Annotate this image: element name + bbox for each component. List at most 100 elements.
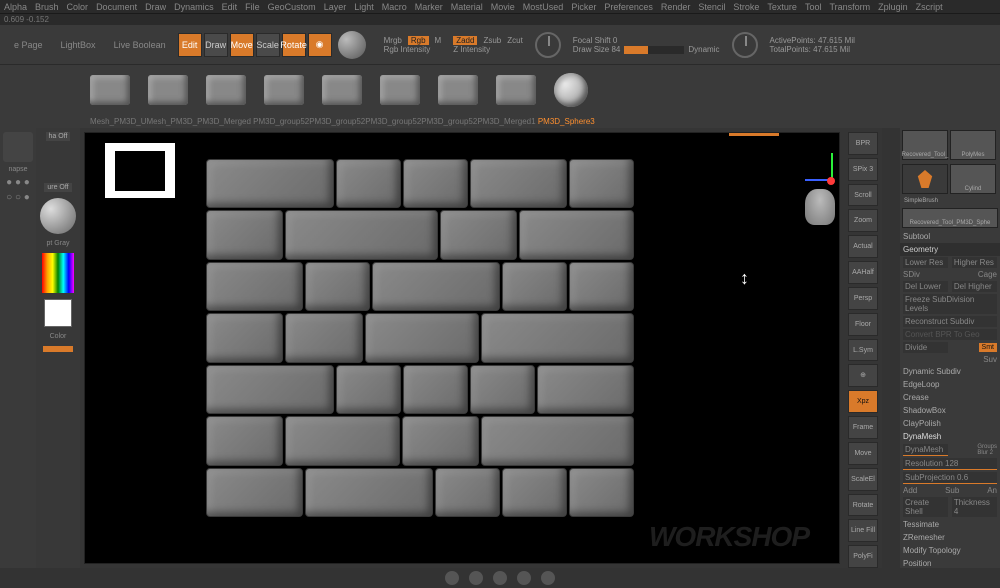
actual-button[interactable]: Actual	[848, 235, 878, 258]
alpha-off-button[interactable]: ha Off	[46, 132, 71, 141]
dynamesh-header[interactable]: DynaMesh	[900, 430, 1000, 443]
axis-button[interactable]: ⊕	[848, 364, 878, 387]
rock-thumb-8[interactable]	[496, 75, 536, 105]
menu-color[interactable]: Color	[67, 2, 89, 12]
menu-stencil[interactable]: Stencil	[698, 2, 725, 12]
rock-thumb-2[interactable]	[148, 75, 188, 105]
modify-topology-section[interactable]: Modify Topology	[900, 544, 1000, 557]
menu-geocustom[interactable]: GeoCustom	[268, 2, 316, 12]
bottom-slot-3[interactable]	[493, 571, 507, 585]
zsub-toggle[interactable]: Zsub	[483, 36, 501, 45]
convert-bpr-button[interactable]: Convert BPR To Geo	[903, 329, 997, 340]
subtool-section[interactable]: Subtool	[900, 230, 1000, 243]
xyz-button[interactable]: Xpz	[848, 390, 878, 413]
dynamic-subdiv-section[interactable]: Dynamic Subdiv	[900, 365, 1000, 378]
menu-tool[interactable]: Tool	[805, 2, 822, 12]
scale-nav-button[interactable]: ScaleEl	[848, 468, 878, 491]
scrollbar[interactable]	[882, 128, 900, 568]
rgb-toggle[interactable]: Rgb	[408, 36, 429, 45]
frame-button[interactable]: Frame	[848, 416, 878, 439]
menu-layer[interactable]: Layer	[324, 2, 347, 12]
rock-thumb-3[interactable]	[206, 75, 246, 105]
rotate-button[interactable]: Rotate	[282, 33, 306, 57]
gizmo-button[interactable]: ◉	[308, 33, 332, 57]
tab-page[interactable]: e Page	[8, 38, 49, 52]
zremesher-section[interactable]: ZRemesher	[900, 531, 1000, 544]
menu-marker[interactable]: Marker	[415, 2, 443, 12]
menu-stroke[interactable]: Stroke	[733, 2, 759, 12]
focal-shift-slider[interactable]: Focal Shift 0	[573, 36, 720, 45]
switch-color-icon[interactable]	[43, 346, 73, 352]
timeline-marker[interactable]	[729, 133, 779, 136]
lower-res-button[interactable]: Lower Res	[903, 257, 948, 268]
claypolish-section[interactable]: ClayPolish	[900, 417, 1000, 430]
bpr-button[interactable]: BPR	[848, 132, 878, 155]
sphere-thumb[interactable]	[554, 73, 588, 107]
viewport-canvas[interactable]: ↕ WORKSHOP	[84, 132, 840, 564]
menu-preferences[interactable]: Preferences	[604, 2, 653, 12]
menu-zplugin[interactable]: Zplugin	[878, 2, 908, 12]
menu-material[interactable]: Material	[451, 2, 483, 12]
bottom-slot-2[interactable]	[469, 571, 483, 585]
and-button[interactable]: An	[987, 486, 997, 495]
create-shell-button[interactable]: Create Shell	[903, 497, 948, 517]
linefill-button[interactable]: Line Fill	[848, 519, 878, 542]
resolution-slider[interactable]: Resolution 128	[903, 458, 997, 470]
menu-alpha[interactable]: Alpha	[4, 2, 27, 12]
geometry-header[interactable]: Geometry	[900, 243, 1000, 256]
thickness-slider[interactable]: Thickness 4	[952, 497, 997, 517]
brush-slot-icon[interactable]	[3, 132, 33, 162]
menu-texture[interactable]: Texture	[767, 2, 797, 12]
lsym-button[interactable]: L.Sym	[848, 339, 878, 362]
menu-render[interactable]: Render	[661, 2, 691, 12]
bottom-slot-1[interactable]	[445, 571, 459, 585]
brush-preview-icon[interactable]	[338, 31, 366, 59]
tessimate-section[interactable]: Tessimate	[900, 518, 1000, 531]
tool-thumb-recovered[interactable]: Recovered_Tool_	[902, 130, 948, 160]
menu-zscript[interactable]: Zscript	[916, 2, 943, 12]
draw-size-slider[interactable]: Draw Size 84	[573, 45, 621, 54]
edit-button[interactable]: Edit	[178, 33, 202, 57]
bottom-slot-5[interactable]	[541, 571, 555, 585]
rock-thumb-1[interactable]	[90, 75, 130, 105]
material-preview-icon[interactable]	[40, 198, 76, 234]
menu-file[interactable]: File	[245, 2, 260, 12]
alpha-thumbnail[interactable]	[105, 143, 175, 198]
menu-light[interactable]: Light	[354, 2, 374, 12]
tool-thumb-cylinder[interactable]: Cylind	[950, 164, 996, 194]
menu-edit[interactable]: Edit	[222, 2, 238, 12]
dynamesh-button[interactable]: DynaMesh	[903, 444, 948, 456]
spix-button[interactable]: SPix 3	[848, 158, 878, 181]
scroll-button[interactable]: Scroll	[848, 184, 878, 207]
menu-mostused[interactable]: MostUsed	[523, 2, 564, 12]
scale-button[interactable]: Scale	[256, 33, 280, 57]
move-button[interactable]: Move	[230, 33, 254, 57]
menu-macro[interactable]: Macro	[382, 2, 407, 12]
del-lower-button[interactable]: Del Lower	[903, 281, 948, 292]
rock-thumb-6[interactable]	[380, 75, 420, 105]
subprojection-slider[interactable]: SubProjection 0.6	[903, 472, 997, 484]
rock-thumb-7[interactable]	[438, 75, 478, 105]
draw-size-bar[interactable]	[624, 46, 684, 54]
bottom-slot-4[interactable]	[517, 571, 531, 585]
divide-button[interactable]: Divide	[903, 342, 948, 353]
floor-button[interactable]: Floor	[848, 313, 878, 336]
tab-liveboolean[interactable]: Live Boolean	[108, 38, 172, 52]
cage-toggle[interactable]: Cage	[978, 270, 997, 279]
menu-transform[interactable]: Transform	[829, 2, 870, 12]
shadowbox-section[interactable]: ShadowBox	[900, 404, 1000, 417]
edgeloop-section[interactable]: EdgeLoop	[900, 378, 1000, 391]
crease-section[interactable]: Crease	[900, 391, 1000, 404]
color-swatch[interactable]	[44, 299, 72, 327]
rock-thumb-5[interactable]	[322, 75, 362, 105]
camera-head-icon[interactable]	[805, 189, 835, 225]
draw-button[interactable]: Draw	[204, 33, 228, 57]
freeze-subdiv-button[interactable]: Freeze SubDivision Levels	[903, 294, 997, 314]
tab-lightbox[interactable]: LightBox	[55, 38, 102, 52]
texture-off-button[interactable]: ure Off	[44, 183, 71, 192]
sub-button[interactable]: Sub	[945, 486, 959, 495]
menu-document[interactable]: Document	[96, 2, 137, 12]
tool-thumb-simplebrush[interactable]	[902, 164, 948, 194]
zcut-toggle[interactable]: Zcut	[507, 36, 523, 45]
polyf-button[interactable]: PolyFi	[848, 545, 878, 568]
